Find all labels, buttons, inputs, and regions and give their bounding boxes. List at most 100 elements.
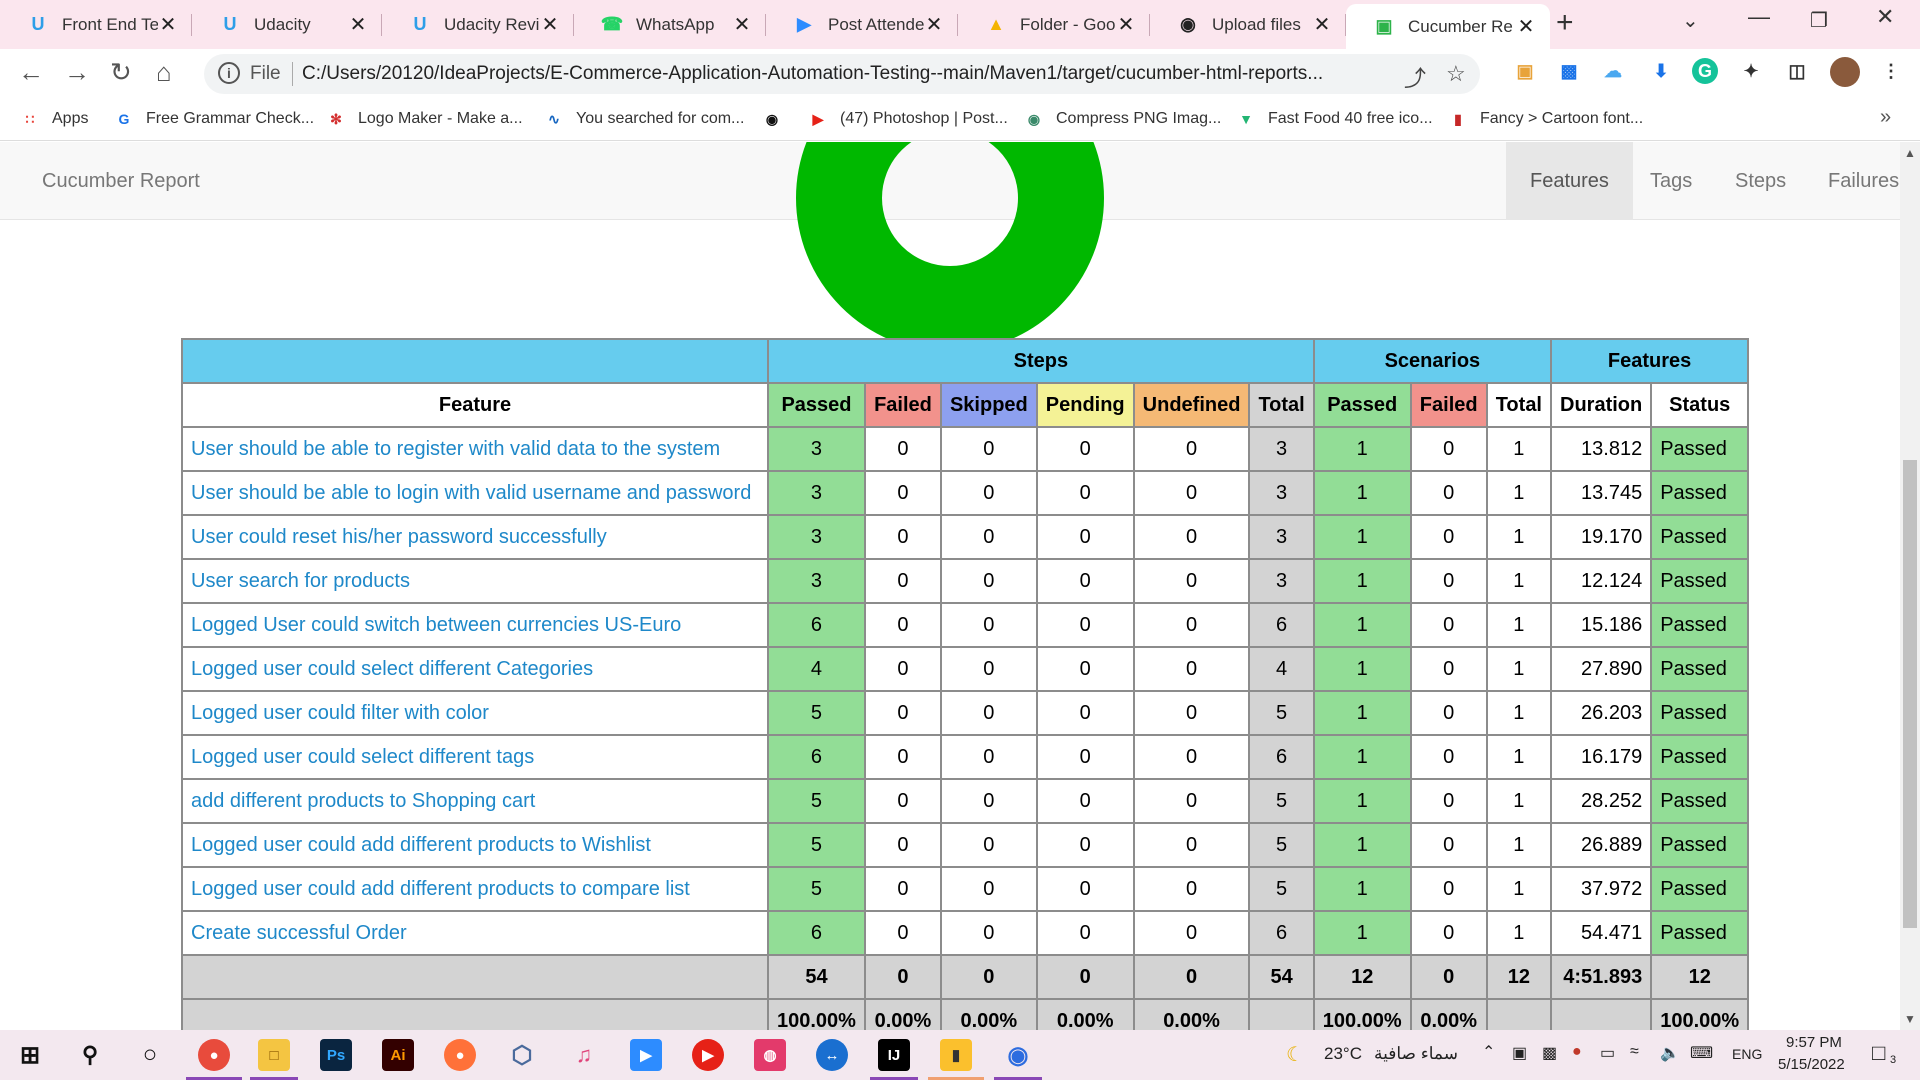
reload-icon[interactable]: ↻ (110, 57, 132, 88)
cortana-icon[interactable]: ○ (134, 1039, 166, 1071)
tab-5[interactable]: ▶ Post Attendee ✕ (766, 4, 958, 45)
minimize-icon[interactable]: — (1748, 4, 1770, 30)
virtualbox-icon[interactable]: ⬡ (506, 1039, 538, 1071)
tab-2[interactable]: U Udacity ✕ (192, 4, 382, 45)
sticky-notes-icon[interactable]: ▮ (940, 1039, 972, 1071)
bookmark-6[interactable]: ▶ (47) Photoshop | Post... (808, 109, 1008, 129)
feature-name[interactable]: User could reset his/her password succes… (181, 514, 769, 560)
nav-steps[interactable]: Steps (1711, 142, 1810, 220)
photoshop-icon[interactable]: Ps (320, 1039, 352, 1071)
clock-time[interactable]: 9:57 PM (1786, 1034, 1842, 1051)
col-steps-total[interactable]: Total (1248, 382, 1315, 428)
keyboard-icon[interactable]: ⌨ (1690, 1043, 1713, 1063)
tab-3[interactable]: U Udacity Review✕ (382, 4, 574, 45)
youtube-music-icon[interactable]: ▶ (692, 1039, 724, 1071)
bookmark-4[interactable]: ∿ You searched for com... (544, 109, 744, 129)
app-circle-icon[interactable]: ◉ (1002, 1039, 1034, 1071)
address-bar[interactable]: i File C:/Users/20120/IdeaProjects/E-Com… (204, 54, 1480, 94)
creative-cloud-icon[interactable]: ◍ (754, 1039, 786, 1071)
extension-screenshot-icon[interactable]: ▩ (1556, 58, 1582, 84)
bookmark-star-icon[interactable]: ☆ (1446, 61, 1466, 87)
intellij-icon[interactable]: IJ (878, 1039, 910, 1071)
nav-features[interactable]: Features (1506, 142, 1633, 220)
bookmark-1[interactable]: ∷ Apps (20, 109, 89, 129)
tab-close-icon[interactable]: ✕ (348, 12, 368, 37)
menu-kebab-icon[interactable]: ⋮ (1878, 58, 1904, 84)
tray-app-icon-2[interactable]: ▩ (1542, 1043, 1557, 1063)
close-window-icon[interactable]: ✕ (1876, 4, 1894, 30)
feature-name[interactable]: Logged User could switch between currenc… (181, 602, 769, 648)
feature-name[interactable]: Logged user could filter with color (181, 690, 769, 736)
col-steps-skipped[interactable]: Skipped (939, 382, 1038, 428)
profile-avatar[interactable] (1830, 57, 1860, 87)
site-info-icon[interactable]: i (218, 62, 240, 84)
extensions-puzzle-icon[interactable]: ✦ (1738, 58, 1764, 84)
bookmarks-overflow-icon[interactable]: » (1880, 106, 1891, 129)
col-steps-passed[interactable]: Passed (767, 382, 866, 428)
weather-temperature[interactable]: 23°C (1324, 1044, 1362, 1064)
battery-icon[interactable]: ▭ (1600, 1043, 1615, 1063)
feature-name[interactable]: User should be able to register with val… (181, 426, 769, 472)
tab-close-icon[interactable]: ✕ (1312, 12, 1332, 37)
tray-app-icon-1[interactable]: ▣ (1512, 1043, 1527, 1063)
feature-name[interactable]: User should be able to login with valid … (181, 470, 769, 516)
weather-moon-icon[interactable]: ☾ (1286, 1042, 1304, 1067)
tab-close-icon[interactable]: ✕ (732, 12, 752, 37)
language-indicator[interactable]: ENG (1732, 1046, 1762, 1062)
extension-download-icon[interactable]: ⬇ (1648, 58, 1674, 84)
feature-name[interactable]: add different products to Shopping cart (181, 778, 769, 824)
extension-cloud-icon[interactable]: ☁ (1600, 58, 1626, 84)
scroll-up-icon[interactable]: ▲ (1904, 146, 1916, 160)
scroll-down-icon[interactable]: ▼ (1904, 1012, 1916, 1026)
bookmark-8[interactable]: ▼ Fast Food 40 free ico... (1236, 109, 1432, 129)
forward-arrow-icon[interactable]: → (64, 57, 90, 88)
col-scenarios-passed[interactable]: Passed (1312, 382, 1412, 428)
tray-antivirus-icon[interactable]: ● (1572, 1043, 1582, 1061)
weather-description[interactable]: سماء صافية (1374, 1044, 1458, 1064)
tab-close-icon[interactable]: ✕ (1116, 12, 1136, 37)
tab-4[interactable]: ☎ WhatsApp ✕ (574, 4, 766, 45)
tab-1[interactable]: U Front End Test✕ (0, 4, 192, 45)
file-explorer-icon[interactable]: □ (258, 1039, 290, 1071)
col-duration[interactable]: Duration (1549, 382, 1653, 428)
home-icon[interactable]: ⌂ (156, 57, 172, 88)
col-steps-failed[interactable]: Failed (863, 382, 942, 428)
windows-start-icon[interactable]: ⊞ (14, 1039, 46, 1071)
url-text[interactable]: C:/Users/20120/IdeaProjects/E-Commerce-A… (302, 63, 1323, 85)
tab-6[interactable]: ▲ Folder - Goog ✕ (958, 4, 1150, 45)
tab-8[interactable]: ▣ Cucumber Re ✕ (1346, 4, 1550, 49)
nav-tags[interactable]: Tags (1626, 142, 1716, 220)
feature-name[interactable]: Logged user could select different Categ… (181, 646, 769, 692)
col-steps-undefined[interactable]: Undefined (1132, 382, 1251, 428)
illustrator-icon[interactable]: Ai (382, 1039, 414, 1071)
volume-icon[interactable]: 🔈 (1660, 1043, 1680, 1063)
share-icon[interactable]: ⤴ (1404, 61, 1426, 93)
feature-name[interactable]: Create successful Order (181, 910, 769, 956)
tab-close-icon[interactable]: ✕ (158, 12, 178, 37)
feature-name[interactable]: Logged user could add different products… (181, 866, 769, 912)
col-scenarios-total[interactable]: Total (1485, 382, 1553, 428)
zoom-taskbar-icon[interactable]: ▶ (630, 1039, 662, 1071)
feature-name[interactable]: User search for products (181, 558, 769, 604)
feature-name[interactable]: Logged user could select different tags (181, 734, 769, 780)
col-status[interactable]: Status (1650, 382, 1750, 428)
col-steps-pending[interactable]: Pending (1035, 382, 1135, 428)
itunes-icon[interactable]: ♫ (568, 1039, 600, 1071)
bookmark-3[interactable]: ✻ Logo Maker - Make a... (326, 109, 522, 129)
report-brand[interactable]: Cucumber Report (42, 170, 200, 193)
tab-7[interactable]: ◉ Upload files ✕ (1150, 4, 1346, 45)
teamviewer-icon[interactable]: ↔ (816, 1039, 848, 1071)
restore-icon[interactable]: ❐ (1810, 8, 1828, 33)
bookmark-5[interactable]: ◉ (762, 109, 794, 129)
firefox-icon[interactable]: ● (444, 1039, 476, 1071)
back-arrow-icon[interactable]: ← (18, 57, 44, 88)
wifi-icon[interactable]: ≈ (1630, 1043, 1639, 1061)
chrome-taskbar-icon[interactable]: ● (198, 1039, 230, 1071)
col-scenarios-failed[interactable]: Failed (1409, 382, 1488, 428)
scrollbar-thumb[interactable] (1903, 460, 1917, 928)
extension-photo-icon[interactable]: ▣ (1512, 58, 1538, 84)
feature-name[interactable]: Logged user could add different products… (181, 822, 769, 868)
bookmark-2[interactable]: G Free Grammar Check... (114, 109, 314, 129)
nav-failures[interactable]: Failures (1804, 142, 1900, 220)
col-feature[interactable]: Feature (181, 382, 769, 428)
